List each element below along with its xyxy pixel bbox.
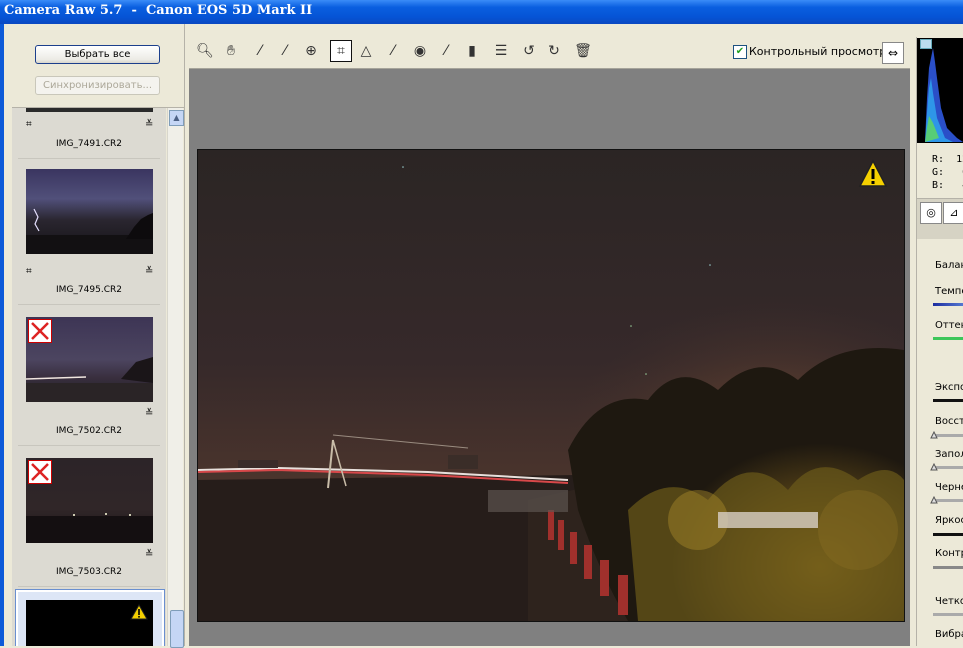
crop-icon: ⌗	[26, 266, 32, 277]
fullscreen-toggle-icon[interactable]: ⇔	[882, 42, 904, 64]
contrast-label: Контр	[935, 548, 963, 559]
thumbnail-filename: IMG_7495.CR2	[56, 285, 122, 295]
temperature-slider[interactable]	[933, 303, 963, 306]
preview-label: Контрольный просмотр	[749, 45, 887, 58]
adjustments-icon: ≚	[145, 549, 154, 560]
reject-mark-icon[interactable]	[28, 460, 52, 484]
panel-tabs: ◎ ⊿	[917, 198, 963, 239]
clarity-label: Четко	[935, 596, 963, 607]
tint-label: Оттен	[935, 320, 963, 331]
basic-tab-icon[interactable]: ◎	[920, 202, 942, 224]
thumbnail-filename: IMG_7502.CR2	[56, 426, 122, 436]
scroll-up-arrow-icon[interactable]: ▲	[169, 110, 184, 126]
red-eye-icon[interactable]: ◉	[410, 41, 430, 61]
thumbnail[interactable]	[26, 317, 153, 402]
synchronize-button[interactable]: Синхронизировать...	[35, 76, 160, 95]
trash-icon[interactable]: 🗑︎	[573, 41, 593, 61]
fill-light-label: Запол	[935, 449, 963, 460]
thumbnail-filename: IMG_7503.CR2	[56, 567, 122, 577]
scroll-thumb[interactable]	[170, 610, 184, 648]
recovery-label: Восст	[935, 416, 963, 427]
readout-g: G: 6	[932, 167, 963, 178]
spot-removal-icon[interactable]: ⁄	[383, 41, 403, 61]
image-preview[interactable]	[197, 149, 905, 622]
rotate-cw-icon[interactable]: ↻	[544, 41, 564, 61]
histogram	[917, 38, 963, 143]
hand-icon[interactable]: ✋︎	[221, 41, 241, 61]
vibrance-label: Вибра	[935, 629, 963, 640]
temperature-label: Темпе	[935, 286, 963, 297]
histogram-plot	[925, 48, 963, 142]
adjustment-brush-icon[interactable]: ⁄	[436, 41, 456, 61]
brightness-slider[interactable]	[933, 533, 963, 536]
zoom-icon[interactable]: 🔍︎	[195, 41, 215, 61]
brightness-label: Яркос	[935, 515, 963, 526]
photo-render	[198, 150, 904, 621]
divider	[18, 304, 160, 305]
slider-thumb-icon[interactable]	[930, 496, 938, 504]
contrast-slider[interactable]	[933, 566, 963, 569]
thumbnail[interactable]	[26, 600, 153, 646]
divider	[18, 586, 160, 587]
lightning-preview	[26, 208, 153, 254]
window-title: Camera Raw 5.7 - Canon EOS 5D Mark II	[4, 3, 313, 18]
reject-mark-icon[interactable]	[28, 319, 52, 343]
title-bar: Camera Raw 5.7 - Canon EOS 5D Mark II	[0, 0, 963, 24]
filmstrip-list[interactable]: ⌗ ≚ IMG_7491.CR2 ⌗ ≚ IMG_7495.CR2 ≚ IMG_…	[12, 108, 166, 646]
white-balance-icon[interactable]: ⁄	[250, 41, 270, 61]
tone-curve-tab-icon[interactable]: ⊿	[943, 202, 963, 224]
crop-icon: ⌗	[26, 119, 32, 130]
readout-b: B: 4	[932, 180, 963, 191]
color-sampler-icon[interactable]: ⁄	[275, 41, 295, 61]
thumbnail[interactable]	[26, 108, 153, 112]
filmstrip-header: Выбрать все Синхронизировать...	[12, 37, 184, 108]
adjustments-icon: ≚	[145, 119, 154, 130]
adjustments-icon: ≚	[145, 408, 154, 419]
thumbnail-filename: IMG_7491.CR2	[56, 139, 122, 149]
warning-icon[interactable]	[858, 159, 888, 189]
adjustments-icon: ≚	[145, 266, 154, 277]
preferences-icon[interactable]: ☰	[491, 41, 511, 61]
thumbnail[interactable]	[26, 169, 153, 254]
readout-r: R: 12	[932, 154, 963, 165]
target-adjust-icon[interactable]: ⊕	[301, 41, 321, 61]
tint-slider[interactable]	[933, 337, 963, 340]
thumbnail[interactable]	[26, 458, 153, 543]
slider-thumb-icon[interactable]	[930, 463, 938, 471]
divider	[18, 445, 160, 446]
selected-thumbnail-frame[interactable]	[15, 589, 165, 646]
preview-checkbox[interactable]: ✔	[733, 45, 747, 59]
divider	[18, 158, 160, 159]
clarity-slider[interactable]	[933, 613, 963, 616]
exposure-slider[interactable]	[933, 399, 963, 402]
crop-icon[interactable]: ⌗	[330, 40, 352, 62]
select-all-button[interactable]: Выбрать все	[35, 45, 160, 64]
white-balance-label: Балан	[935, 260, 963, 271]
rotate-ccw-icon[interactable]: ↺	[519, 41, 539, 61]
exposure-label: Экспо	[935, 382, 963, 393]
filmstrip-scrollbar[interactable]: ▲	[167, 108, 184, 648]
warning-icon	[130, 604, 148, 620]
graduated-filter-icon[interactable]: ▮	[462, 41, 482, 61]
shadow-clipping-toggle-icon[interactable]	[920, 39, 932, 49]
blacks-label: Черне	[935, 482, 963, 493]
slider-thumb-icon[interactable]	[930, 431, 938, 439]
straighten-icon[interactable]: △	[356, 41, 376, 61]
